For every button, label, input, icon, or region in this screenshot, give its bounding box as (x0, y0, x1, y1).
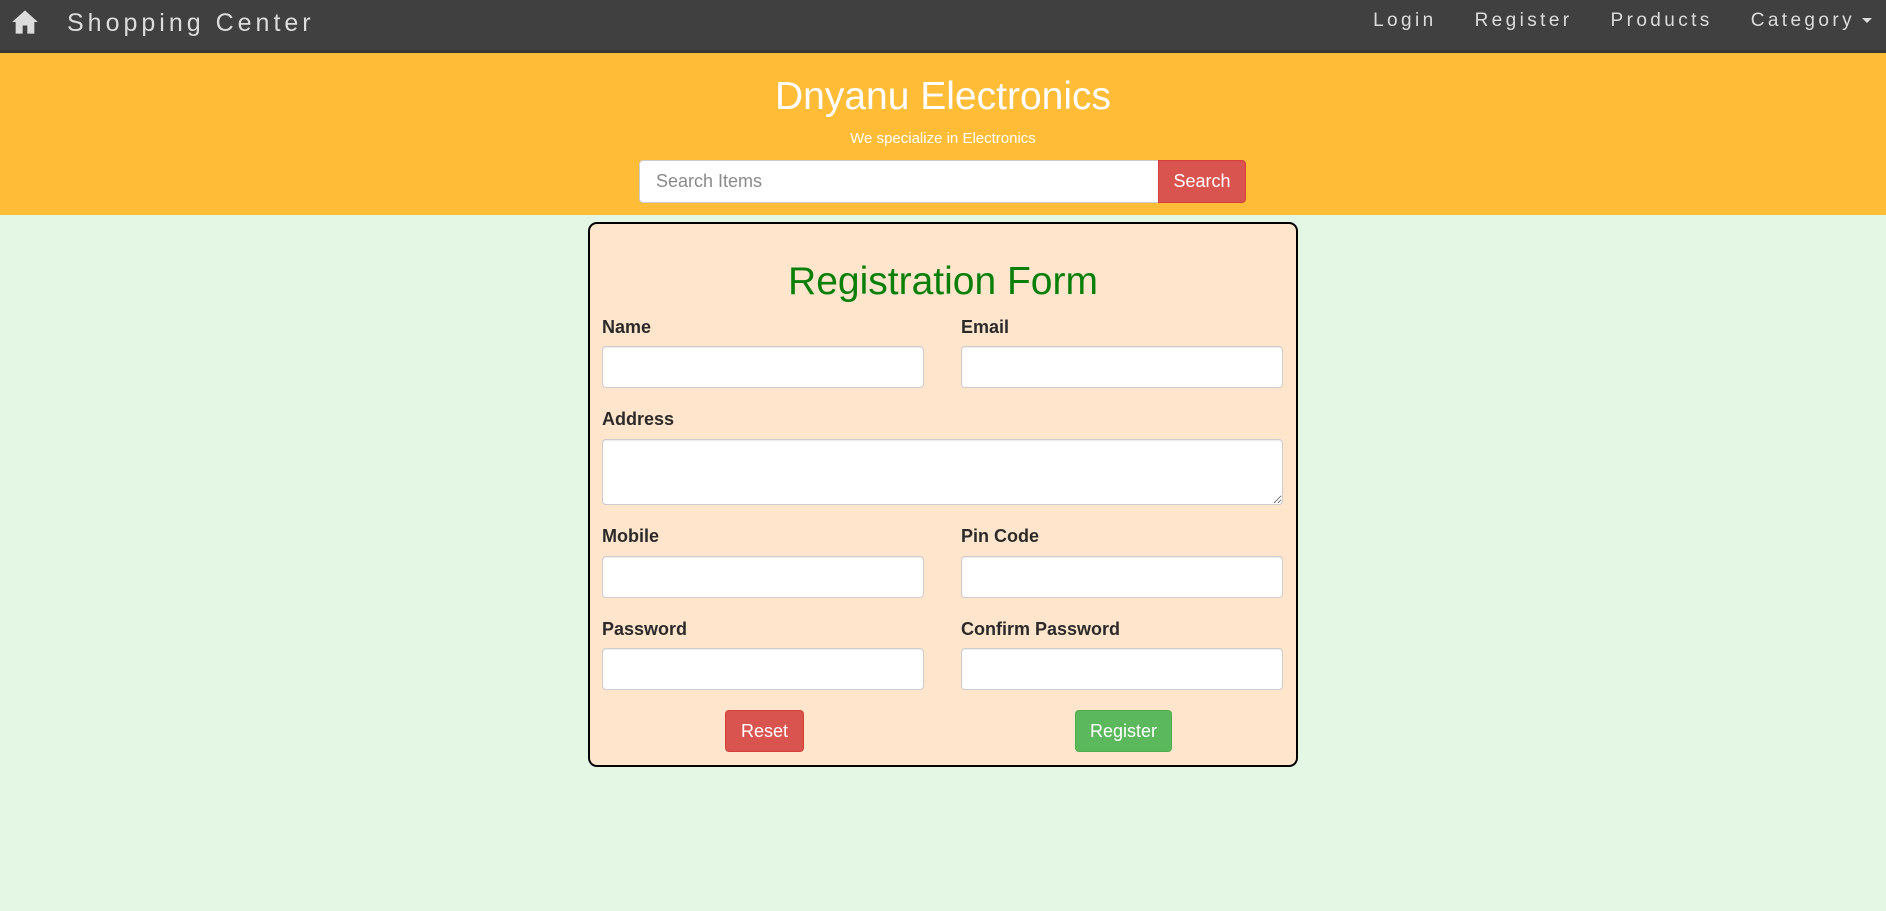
caret-down-icon (1862, 18, 1872, 24)
address-field[interactable] (602, 439, 1283, 505)
register-button[interactable]: Register (1075, 710, 1172, 752)
nav-category-dropdown[interactable]: Category (1751, 10, 1872, 32)
nav-links: Login Register Products Category (1335, 10, 1872, 32)
confirm-password-field[interactable] (961, 648, 1283, 690)
email-field[interactable] (961, 346, 1283, 388)
address-label: Address (602, 409, 675, 429)
nav-login-link[interactable]: Login (1373, 10, 1437, 32)
name-label: Name (602, 317, 652, 337)
home-icon[interactable] (11, 8, 39, 36)
shop-subtitle: We specialize in Electronics (850, 130, 1036, 147)
nav-register-link[interactable]: Register (1475, 10, 1573, 32)
confirm-password-label: Confirm Password (961, 619, 1121, 639)
nav-products-link[interactable]: Products (1611, 10, 1713, 32)
shop-title: Dnyanu Electronics (775, 75, 1111, 118)
pincode-field[interactable] (961, 556, 1283, 598)
email-label: Email (961, 317, 1010, 337)
mobile-field[interactable] (602, 556, 924, 598)
password-label: Password (602, 619, 688, 639)
search-button[interactable]: Search (1158, 160, 1246, 203)
pincode-label: Pin Code (961, 526, 1040, 546)
password-field[interactable] (602, 648, 924, 690)
search-input[interactable] (639, 160, 1159, 203)
nav-category-label: Category (1750, 10, 1855, 31)
top-navbar: Shopping Center Login Register Products … (0, 0, 1886, 53)
mobile-label: Mobile (602, 526, 659, 546)
reset-button[interactable]: Reset (725, 710, 804, 752)
registration-form-card: Registration Form Name Email Address Mob… (588, 222, 1298, 767)
brand-link[interactable]: Shopping Center (67, 9, 315, 38)
site-header: Dnyanu Electronics We specialize in Elec… (0, 53, 1886, 215)
form-title: Registration Form (788, 260, 1098, 303)
name-field[interactable] (602, 346, 924, 388)
